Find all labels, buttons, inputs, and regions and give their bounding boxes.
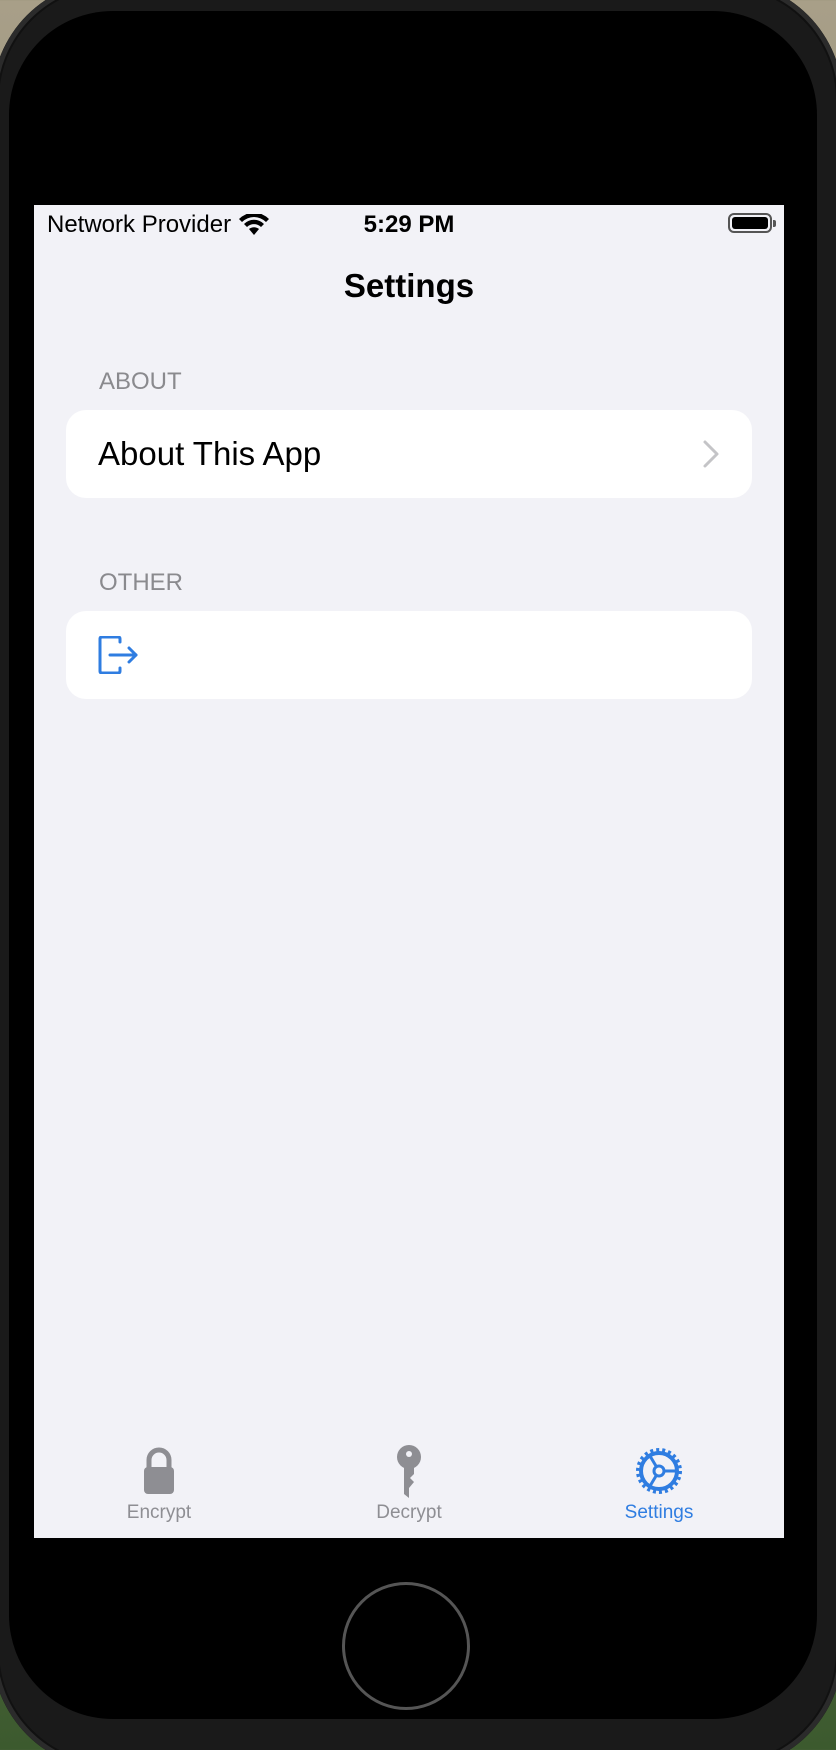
battery-icon [728, 213, 776, 233]
tab-encrypt[interactable]: Encrypt [34, 1438, 284, 1538]
chevron-right-icon [703, 440, 719, 468]
tab-encrypt-label: Encrypt [126, 1502, 192, 1523]
gear-icon [636, 1448, 682, 1494]
status-bar: Network Provider 5:29 PM [34, 205, 784, 245]
page-title: Settings [343, 267, 475, 304]
tab-bar: Encrypt Decrypt Settings [34, 1438, 784, 1538]
home-button[interactable] [342, 1582, 470, 1710]
key-icon [397, 1445, 421, 1498]
section-header-other: OTHER [99, 569, 183, 596]
tab-settings[interactable]: Settings [534, 1438, 784, 1538]
section-header-about: ABOUT [99, 368, 182, 395]
tab-decrypt-label: Decrypt [376, 1502, 442, 1523]
logout-icon [98, 636, 138, 674]
about-this-app-label: About This App [98, 435, 322, 472]
app-screen: Network Provider 5:29 PM Settings ABOUT … [34, 205, 784, 1538]
tab-decrypt[interactable]: Decrypt [284, 1438, 534, 1538]
tab-settings-label: Settings [624, 1502, 694, 1523]
lock-icon [144, 1447, 174, 1494]
about-this-app-row[interactable]: About This App [66, 410, 752, 498]
logout-row[interactable] [66, 611, 752, 699]
status-time: 5:29 PM [363, 211, 455, 238]
